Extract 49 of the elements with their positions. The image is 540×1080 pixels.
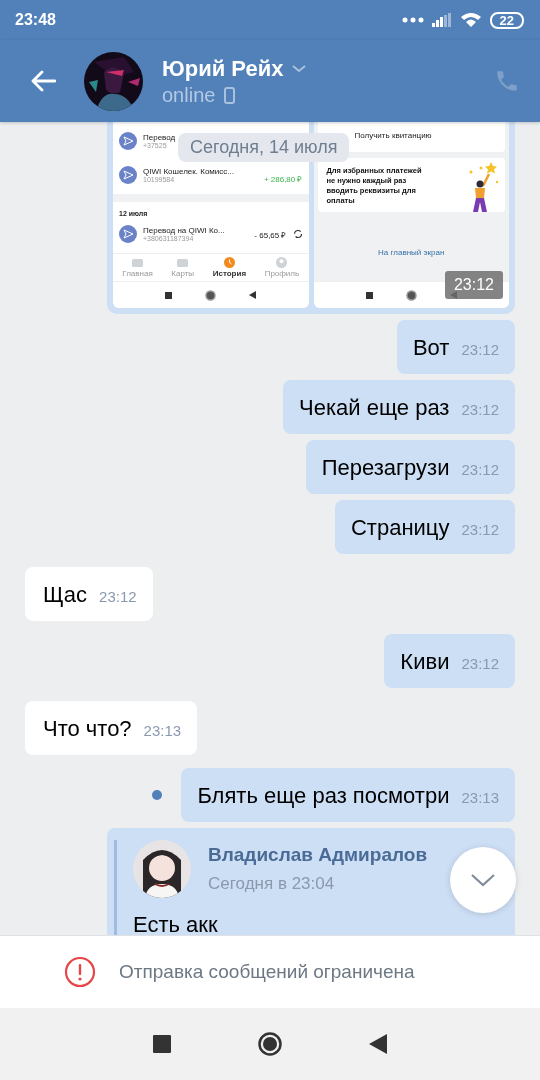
online-status: online <box>162 83 216 107</box>
send-icon <box>119 132 137 150</box>
message-bubble[interactable]: Киви 23:12 <box>384 634 515 688</box>
transaction-title: QIWI Кошелек. Комисс... <box>143 167 234 176</box>
warning-icon <box>64 956 96 988</box>
signal-icon <box>431 13 452 27</box>
send-icon <box>119 166 137 184</box>
transaction-amount: + 286,80 ₽ <box>263 173 303 184</box>
dots-icon <box>401 17 424 23</box>
tab-icon <box>276 257 288 268</box>
mobile-phone-icon <box>224 86 236 104</box>
square-icon <box>165 291 173 299</box>
message-bubble[interactable]: Страницу 23:12 <box>334 500 515 554</box>
message-bubble[interactable]: Что что? 23:13 <box>25 701 198 755</box>
tab-icon <box>177 257 189 268</box>
send-icon <box>119 225 137 243</box>
chevron-down-icon[interactable] <box>292 64 307 73</box>
message-bubble[interactable]: Чекай еще раз 23:12 <box>283 380 515 434</box>
circle-icon <box>405 289 417 301</box>
app-tab[interactable]: История <box>212 257 247 278</box>
forwarded-message-bubble[interactable]: Владислав Адмиралов Сегодня в 23:04 Есть акк <box>107 828 515 935</box>
home-link[interactable]: На главный экран <box>378 248 445 257</box>
contact-name[interactable]: Юрий Рейх <box>162 55 284 82</box>
back-icon[interactable] <box>30 70 56 92</box>
message-bubble[interactable]: Щас 23:12 <box>25 567 153 621</box>
message-bubble[interactable]: Блять еще раз посмотри 23:13 <box>181 768 515 822</box>
message-time: 23:12 <box>444 271 503 299</box>
notice-text: Отправка сообщений ограничена <box>119 961 415 983</box>
square-icon <box>365 291 373 299</box>
tab-icon <box>223 257 235 268</box>
battery-icon: 22 <box>489 11 524 29</box>
tab-icon <box>132 257 143 268</box>
message-bubble[interactable]: Перезагрузи 23:12 <box>305 440 515 494</box>
transaction-title: Перевод на QIWI Ко... <box>143 226 225 235</box>
image-message-bubble[interactable] <box>107 122 515 314</box>
circle-icon <box>205 289 217 301</box>
message-bubble[interactable]: Вот 23:12 <box>396 320 515 374</box>
wifi-icon <box>459 12 482 28</box>
chevron-down-icon <box>471 873 495 887</box>
triangle-icon[interactable] <box>369 1034 387 1054</box>
author-name[interactable]: Владислав Адмиралов <box>208 844 428 866</box>
triangle-icon <box>249 291 257 299</box>
circle-icon[interactable] <box>257 1031 283 1057</box>
message-date: Сегодня в 23:04 <box>208 874 336 894</box>
transaction-amount: - 65,65 ₽ <box>254 229 287 240</box>
transaction-title: Перевод <box>143 133 176 142</box>
refresh-icon <box>292 229 303 239</box>
status-time: 23:48 <box>15 11 56 29</box>
date-label: Сегодня, 14 июля <box>178 133 350 162</box>
